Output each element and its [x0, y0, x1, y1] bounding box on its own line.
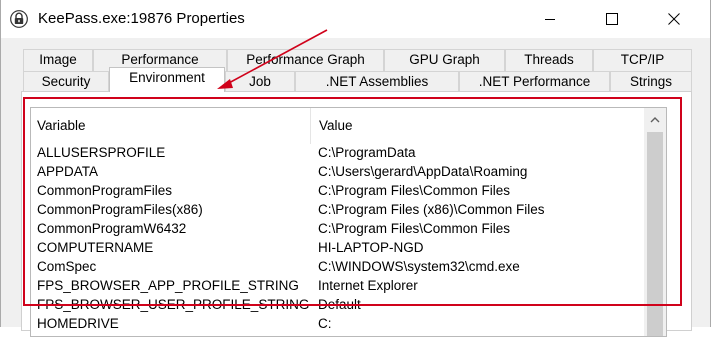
variable-value: C:\Users\gerard\AppData\Roaming: [318, 164, 528, 179]
tab-tcpip[interactable]: TCP/IP: [593, 49, 692, 71]
list-item[interactable]: CommonProgramFiles C:\Program Files\Comm…: [31, 181, 641, 200]
variable-name: HOMEDRIVE: [37, 316, 119, 331]
environment-list[interactable]: Variable Value ALLUSERSPROFILE C:\Progra…: [30, 107, 667, 337]
minimize-button[interactable]: [527, 0, 573, 38]
variable-value: Internet Explorer: [318, 278, 418, 293]
list-item[interactable]: COMPUTERNAME HI-LAPTOP-NGD: [31, 238, 641, 257]
minimize-icon: [545, 19, 555, 20]
variable-name: ComSpec: [37, 259, 97, 274]
column-header-value[interactable]: Value: [311, 108, 641, 144]
variable-name: CommonProgramFiles(x86): [37, 202, 203, 217]
list-item[interactable]: FPS_BROWSER_USER_PROFILE_STRING Default: [31, 295, 641, 314]
tab-job[interactable]: Job: [225, 71, 295, 93]
variable-name: ALLUSERSPROFILE: [37, 145, 166, 160]
maximize-icon: [606, 13, 618, 25]
variable-value: Default: [318, 297, 361, 312]
list-item[interactable]: HOMEDRIVE C:: [31, 314, 641, 333]
window-title: KeePass.exe:19876 Properties: [38, 10, 245, 27]
list-item[interactable]: CommonProgramFiles(x86) C:\Program Files…: [31, 200, 641, 219]
keepass-lock-icon: [10, 10, 28, 28]
tab-strings[interactable]: Strings: [610, 71, 692, 93]
vertical-scrollbar[interactable]: [644, 108, 666, 336]
variable-name: CommonProgramFiles: [37, 183, 173, 198]
column-header-variable[interactable]: Variable: [31, 108, 311, 144]
scroll-thumb[interactable]: [647, 132, 663, 336]
close-icon: [668, 13, 680, 25]
tab-image[interactable]: Image: [23, 49, 93, 71]
tab-gpu-graph[interactable]: GPU Graph: [384, 49, 505, 71]
variable-value: C:\Program Files\Common Files: [318, 183, 511, 198]
list-item[interactable]: ALLUSERSPROFILE C:\ProgramData: [31, 143, 641, 162]
title-bar[interactable]: KeePass.exe:19876 Properties: [1, 0, 710, 38]
variable-name: FPS_BROWSER_USER_PROFILE_STRING: [37, 297, 310, 312]
maximize-button[interactable]: [589, 0, 635, 38]
tab-net-performance[interactable]: .NET Performance: [459, 71, 610, 93]
chevron-up-icon: [650, 116, 660, 122]
variable-value: C:\WINDOWS\system32\cmd.exe: [318, 259, 520, 274]
tab-environment[interactable]: Environment: [109, 67, 225, 92]
variable-value: C:\ProgramData: [318, 145, 416, 160]
tab-performance-graph[interactable]: Performance Graph: [227, 49, 384, 71]
list-item[interactable]: CommonProgramW6432 C:\Program Files\Comm…: [31, 219, 641, 238]
variable-value: C:\Program Files (x86)\Common Files: [318, 202, 545, 217]
variable-name: FPS_BROWSER_APP_PROFILE_STRING: [37, 278, 299, 293]
tab-net-assemblies[interactable]: .NET Assemblies: [295, 71, 459, 93]
variable-name: COMPUTERNAME: [37, 240, 154, 255]
variable-value: HI-LAPTOP-NGD: [318, 240, 424, 255]
scroll-up-button[interactable]: [644, 108, 666, 130]
variable-name: CommonProgramW6432: [37, 221, 187, 236]
close-button[interactable]: [651, 0, 697, 38]
variable-value: C:: [318, 316, 332, 331]
list-item[interactable]: FPS_BROWSER_APP_PROFILE_STRING Internet …: [31, 276, 641, 295]
tab-security[interactable]: Security: [23, 71, 109, 93]
properties-window: KeePass.exe:19876 Properties Image Perfo…: [0, 0, 711, 337]
list-item[interactable]: APPDATA C:\Users\gerard\AppData\Roaming: [31, 162, 641, 181]
tab-threads[interactable]: Threads: [505, 49, 593, 71]
variable-name: APPDATA: [37, 164, 99, 179]
variable-value: C:\Program Files\Common Files: [318, 221, 511, 236]
list-item[interactable]: ComSpec C:\WINDOWS\system32\cmd.exe: [31, 257, 641, 276]
